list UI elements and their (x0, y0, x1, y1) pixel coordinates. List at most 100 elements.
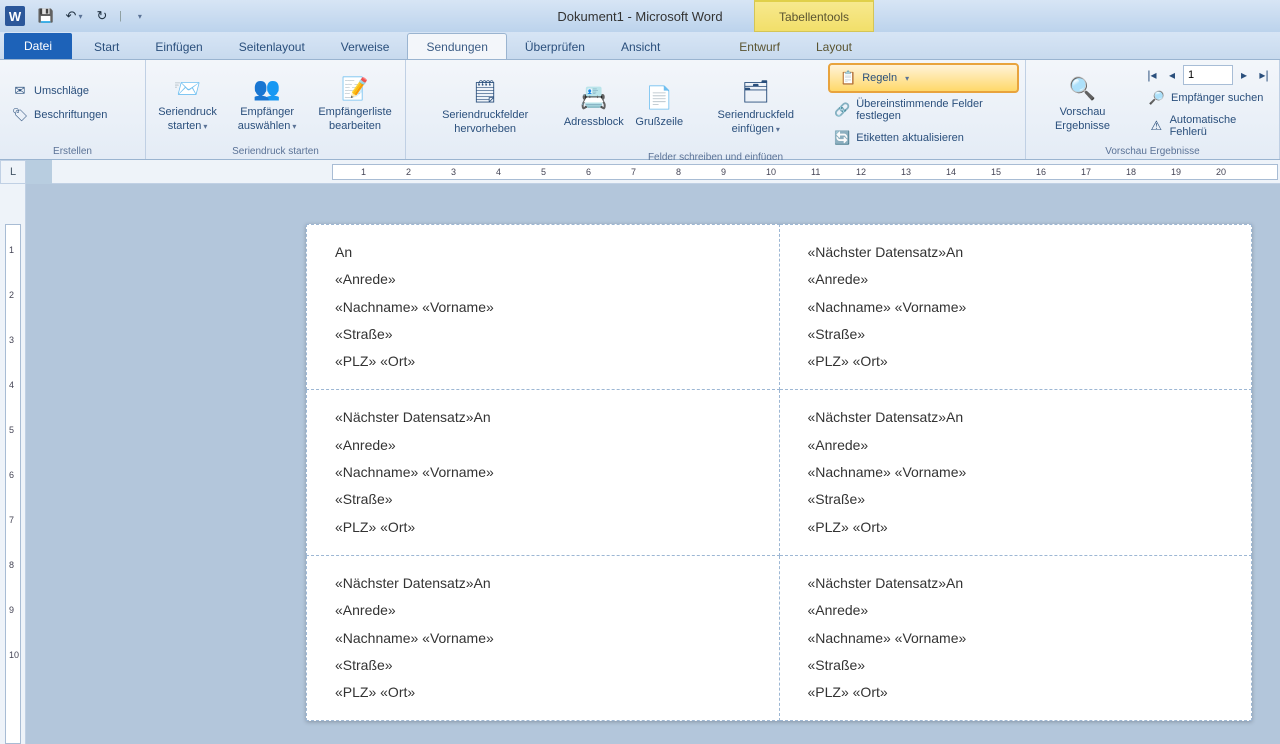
mailmerge-icon: 📨 (172, 72, 204, 104)
edit-recipients-button[interactable]: 📝 Empfängerliste bearbeiten (311, 70, 399, 136)
tab-view[interactable]: Ansicht (603, 34, 678, 59)
tab-pagelayout[interactable]: Seitenlayout (221, 34, 323, 59)
workspace: 12345678910 An«Anrede»«Nachname» «Vornam… (0, 184, 1280, 744)
insert-merge-field-button[interactable]: 🗂 Seriendruckfeld einfügen▾ (693, 73, 818, 139)
merge-field-line: «Nachname» «Vorname» (335, 294, 755, 321)
ruler-tick: 17 (1081, 167, 1091, 177)
merge-field-line: An (335, 239, 755, 266)
label-cell[interactable]: «Nächster Datensatz»An«Anrede»«Nachname»… (779, 390, 1252, 555)
envelopes-label: Umschläge (34, 85, 89, 97)
merge-field-line: «Nachname» «Vorname» (335, 459, 755, 486)
check-errors-icon: ⚠ (1149, 118, 1164, 134)
label-cell[interactable]: «Nächster Datensatz»An«Anrede»«Nachname»… (307, 390, 780, 555)
tab-references[interactable]: Verweise (323, 34, 408, 59)
ruler-corner[interactable]: L (0, 160, 26, 184)
undo-icon[interactable]: ↶▾ (63, 5, 85, 27)
merge-field-line: «Anrede» (335, 432, 755, 459)
merge-field-line: «Nachname» «Vorname» (808, 625, 1228, 652)
highlight-icon: 🗒 (469, 75, 501, 107)
rules-label: Regeln (862, 72, 897, 84)
prev-record-button[interactable]: ◂ (1163, 65, 1181, 85)
envelope-icon: ✉ (12, 83, 28, 99)
ruler-tick: 7 (631, 167, 636, 177)
merge-field-line: «Straße» (808, 486, 1228, 513)
group-write-insert: 🗒 Seriendruckfelder hervorheben 📇 Adress… (406, 60, 1026, 159)
first-record-button[interactable]: |◂ (1143, 65, 1161, 85)
address-block-icon: 📇 (578, 82, 610, 114)
ruler-tick: 14 (946, 167, 956, 177)
ruler-tick: 12 (856, 167, 866, 177)
group-start-mailmerge: 📨 Seriendruck starten▾ 👥 Empfänger auswä… (146, 60, 406, 159)
ruler-tick: 5 (9, 425, 14, 435)
greeting-icon: 📄 (643, 82, 675, 114)
document-area[interactable]: An«Anrede»«Nachname» «Vorname»«Straße»«P… (26, 184, 1280, 744)
ruler-tick: 6 (586, 167, 591, 177)
record-number-input[interactable] (1183, 65, 1233, 85)
find-recipient-button[interactable]: 🔎 Empfänger suchen (1143, 87, 1273, 109)
merge-field-line: «PLZ» «Ort» (808, 514, 1228, 541)
merge-field-line: «Anrede» (335, 597, 755, 624)
label-cell[interactable]: An«Anrede»«Nachname» «Vorname»«Straße»«P… (307, 225, 780, 390)
ruler-tick: 1 (361, 167, 366, 177)
tab-insert[interactable]: Einfügen (137, 34, 220, 59)
tab-file[interactable]: Datei (4, 33, 72, 59)
rules-button[interactable]: 📋 Regeln ▾ (828, 63, 1019, 93)
merge-field-line: «Nächster Datensatz»An (808, 404, 1228, 431)
start-mailmerge-label: Seriendruck starten (158, 106, 217, 132)
tab-mailings[interactable]: Sendungen (407, 33, 506, 59)
labels-button[interactable]: 🏷 Beschriftungen (6, 104, 113, 126)
ruler-tick: 10 (9, 650, 19, 660)
greeting-line-button[interactable]: 📄 Grußzeile (629, 80, 689, 132)
merge-field-icon: 🗂 (740, 75, 772, 107)
ribbon-tabs: Datei Start Einfügen Seitenlayout Verwei… (0, 32, 1280, 60)
document-title: Dokument1 - Microsoft Word (557, 9, 722, 24)
horizontal-ruler[interactable]: 1234567891011121314151617181920 (52, 160, 1280, 184)
merge-field-line: «Anrede» (335, 266, 755, 293)
merge-field-line: «Anrede» (808, 597, 1228, 624)
record-navigation: |◂ ◂ ▸ ▸| (1143, 65, 1273, 85)
ruler-tick: 8 (9, 560, 14, 570)
find-recipient-label: Empfänger suchen (1171, 92, 1263, 104)
quick-access-toolbar: 💾 ↶▾ ↻ | ▾ (35, 5, 150, 27)
select-recipients-button[interactable]: 👥 Empfänger auswählen▾ (227, 70, 307, 136)
vertical-ruler[interactable]: 12345678910 (0, 184, 26, 744)
start-mailmerge-button[interactable]: 📨 Seriendruck starten▾ (152, 70, 223, 136)
label-cell[interactable]: «Nächster Datensatz»An«Anrede»«Nachname»… (779, 225, 1252, 390)
auto-check-errors-button[interactable]: ⚠ Automatische Fehlerü (1143, 111, 1273, 141)
word-app-icon: W (5, 6, 25, 26)
update-labels-label: Etiketten aktualisieren (856, 132, 964, 144)
label-cell[interactable]: «Nächster Datensatz»An«Anrede»«Nachname»… (779, 555, 1252, 720)
greeting-line-label: Grußzeile (635, 116, 683, 130)
ruler-tick: 2 (406, 167, 411, 177)
merge-field-line: «Nachname» «Vorname» (808, 294, 1228, 321)
edit-recipients-label: Empfängerliste bearbeiten (315, 106, 395, 134)
match-fields-button[interactable]: 🔗 Übereinstimmende Felder festlegen (828, 95, 1019, 125)
preview-results-button[interactable]: 🔍 Vorschau Ergebnisse (1032, 70, 1133, 136)
ruler-tick: 2 (9, 290, 14, 300)
labels-table: An«Anrede»«Nachname» «Vorname»«Straße»«P… (306, 224, 1252, 721)
group-create: ✉ Umschläge 🏷 Beschriftungen Erstellen (0, 60, 146, 159)
tab-review[interactable]: Überprüfen (507, 34, 603, 59)
ruler-tick: 3 (451, 167, 456, 177)
merge-field-line: «Nächster Datensatz»An (335, 570, 755, 597)
insert-merge-field-label: Seriendruckfeld einfügen (718, 109, 794, 135)
auto-check-errors-label: Automatische Fehlerü (1170, 114, 1267, 138)
ruler-tick: 4 (496, 167, 501, 177)
highlight-fields-button[interactable]: 🗒 Seriendruckfelder hervorheben (412, 73, 558, 139)
group-preview: 🔍 Vorschau Ergebnisse |◂ ◂ ▸ ▸| 🔎 Empfän… (1026, 60, 1280, 159)
last-record-button[interactable]: ▸| (1255, 65, 1273, 85)
next-record-button[interactable]: ▸ (1235, 65, 1253, 85)
envelopes-button[interactable]: ✉ Umschläge (6, 80, 113, 102)
ruler-tick: 4 (9, 380, 14, 390)
merge-field-line: «Nachname» «Vorname» (335, 625, 755, 652)
address-block-button[interactable]: 📇 Adressblock (562, 80, 625, 132)
ruler-tick: 13 (901, 167, 911, 177)
redo-icon[interactable]: ↻ (91, 5, 113, 27)
save-icon[interactable]: 💾 (35, 5, 57, 27)
tab-layout[interactable]: Layout (798, 34, 870, 59)
qat-customize-icon[interactable]: ▾ (128, 5, 150, 27)
update-labels-button[interactable]: 🔄 Etiketten aktualisieren (828, 127, 1019, 149)
tab-start[interactable]: Start (76, 34, 137, 59)
label-cell[interactable]: «Nächster Datensatz»An«Anrede»«Nachname»… (307, 555, 780, 720)
tab-design[interactable]: Entwurf (721, 34, 798, 59)
